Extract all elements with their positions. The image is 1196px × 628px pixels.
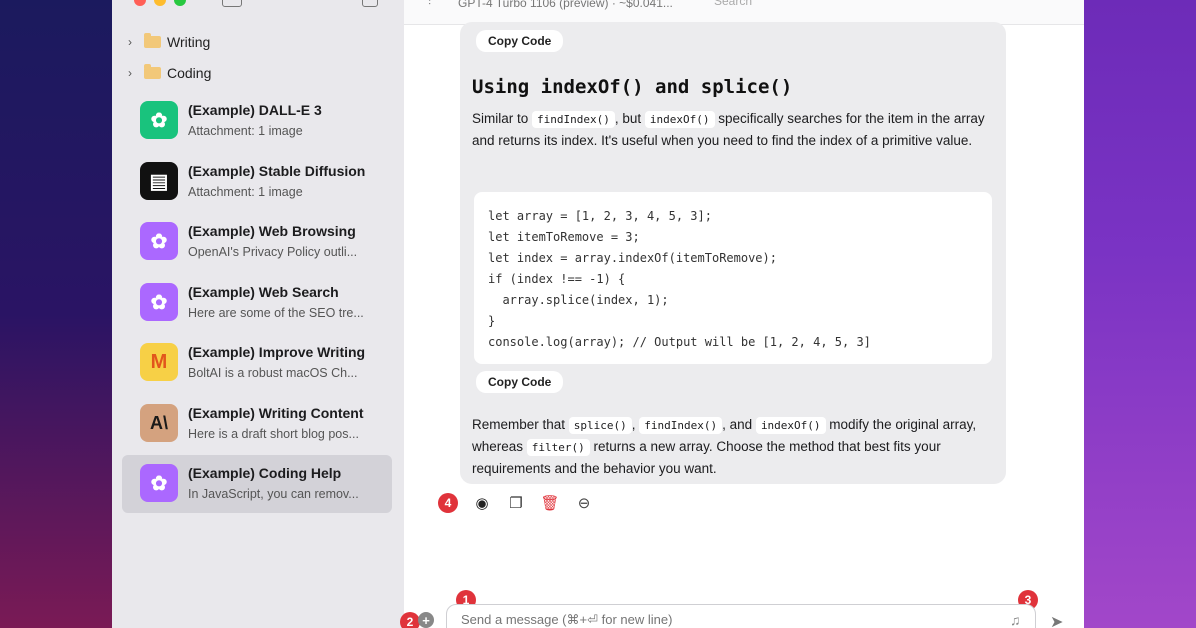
conversation-title: (Example) Writing Content bbox=[188, 405, 364, 421]
send-icon[interactable]: ➤ bbox=[1050, 612, 1063, 628]
conversation-title: (Example) Improve Writing bbox=[188, 344, 366, 360]
microphone-icon[interactable]: ♫ bbox=[1010, 612, 1021, 628]
message-heading: Using indexOf() and splice() bbox=[472, 76, 793, 98]
app-window: › Writing › Coding ✿ (Example) DALL-E 3 … bbox=[112, 0, 1084, 628]
folder-icon bbox=[144, 64, 161, 79]
copy-icon[interactable]: ❐ bbox=[506, 493, 526, 513]
conversation-title: (Example) Web Browsing bbox=[188, 223, 356, 239]
new-chat-icon[interactable] bbox=[362, 0, 378, 7]
conversation-title: (Example) DALL-E 3 bbox=[188, 102, 322, 118]
copy-code-button[interactable]: Copy Code bbox=[476, 30, 564, 52]
conversation-subtitle: Attachment: 1 image bbox=[188, 124, 303, 138]
anthropic-icon: A\ bbox=[140, 404, 178, 442]
chat-main: ⫶ GPT-4 Turbo 1106 (preview) · ~$0.041..… bbox=[400, 0, 1084, 628]
message-paragraph: Similar to findIndex(), but indexOf() sp… bbox=[472, 111, 985, 148]
conversation-title: (Example) Coding Help bbox=[188, 465, 342, 481]
openai-icon: ✿ bbox=[140, 222, 178, 260]
composer bbox=[446, 604, 1036, 628]
conversation-item[interactable]: A\ (Example) Writing Content Here is a d… bbox=[122, 395, 392, 453]
code-line: let itemToRemove = 3; bbox=[488, 230, 640, 244]
sidebar-toggle-icon[interactable] bbox=[222, 0, 242, 7]
copy-code-button[interactable]: Copy Code bbox=[476, 371, 564, 393]
inline-code: indexOf() bbox=[755, 417, 826, 434]
message-paragraph: Remember that splice(), findIndex(), and… bbox=[472, 417, 977, 476]
folder-label: Writing bbox=[167, 34, 211, 50]
conversation-item[interactable]: ✿ (Example) DALL-E 3 Attachment: 1 image bbox=[122, 92, 392, 150]
code-line: let array = [1, 2, 3, 4, 5, 3]; bbox=[488, 209, 712, 223]
code-line: console.log(array); // Output will be [1… bbox=[488, 335, 871, 349]
mistral-icon: M bbox=[140, 343, 178, 381]
chevron-right-icon: › bbox=[128, 35, 132, 49]
inline-code: findIndex() bbox=[532, 111, 615, 128]
window-controls bbox=[134, 0, 186, 6]
desktop-background-right bbox=[1084, 0, 1196, 628]
code-line: if (index !== -1) { bbox=[488, 272, 626, 286]
model-selector[interactable]: GPT-4 Turbo 1106 (preview) · ~$0.041... bbox=[458, 0, 673, 10]
folder-icon bbox=[144, 33, 161, 48]
openai-icon: ✿ bbox=[140, 101, 178, 139]
conversation-item[interactable]: M (Example) Improve Writing BoltAI is a … bbox=[122, 334, 392, 392]
close-window-button[interactable] bbox=[134, 0, 146, 6]
inline-code: filter() bbox=[526, 439, 590, 456]
conversation-subtitle: OpenAI's Privacy Policy outli... bbox=[188, 245, 358, 259]
conversation-subtitle: Attachment: 1 image bbox=[188, 185, 303, 199]
openai-icon: ✿ bbox=[140, 464, 178, 502]
menu-icon[interactable]: ⫶ bbox=[428, 0, 431, 9]
openai-icon: ✿ bbox=[140, 283, 178, 321]
annotation-badge-4: 4 bbox=[438, 493, 458, 513]
minimize-window-button[interactable] bbox=[154, 0, 166, 6]
message-input[interactable] bbox=[459, 611, 983, 628]
desktop-background-left bbox=[0, 0, 112, 628]
conversation-item[interactable]: ▤ (Example) Stable Diffusion Attachment:… bbox=[122, 153, 392, 211]
message-actions: 4 ◉ ❐ 🗑 ⊖ bbox=[438, 493, 594, 513]
regenerate-icon[interactable]: ◉ bbox=[472, 493, 492, 513]
code-block: let array = [1, 2, 3, 4, 5, 3]; let item… bbox=[474, 192, 992, 364]
chevron-right-icon: › bbox=[128, 66, 132, 80]
code-line: array.splice(index, 1); bbox=[488, 293, 669, 307]
conversation-item-selected[interactable]: ✿ (Example) Coding Help In JavaScript, y… bbox=[122, 455, 392, 513]
add-attachment-icon[interactable]: + bbox=[418, 612, 434, 628]
inline-code: indexOf() bbox=[644, 111, 715, 128]
conversation-item[interactable]: ✿ (Example) Web Browsing OpenAI's Privac… bbox=[122, 213, 392, 271]
inline-code: splice() bbox=[568, 417, 632, 434]
folder-coding[interactable]: › Coding bbox=[128, 64, 212, 81]
conversation-item[interactable]: ✿ (Example) Web Search Here are some of … bbox=[122, 274, 392, 332]
stability-icon: ▤ bbox=[140, 162, 178, 200]
search-field[interactable]: Search bbox=[714, 0, 752, 8]
conversation-subtitle: In JavaScript, you can remov... bbox=[188, 487, 359, 501]
trash-icon[interactable]: 🗑 bbox=[540, 493, 560, 513]
sidebar: › Writing › Coding ✿ (Example) DALL-E 3 … bbox=[112, 0, 405, 628]
code-text: let array = [1, 2, 3, 4, 5, 3]; let item… bbox=[488, 206, 871, 353]
inline-code: findIndex() bbox=[639, 417, 723, 434]
conversation-title: (Example) Stable Diffusion bbox=[188, 163, 366, 179]
annotation-badge-2: 2 bbox=[400, 612, 420, 628]
folder-writing[interactable]: › Writing bbox=[128, 33, 211, 50]
conversation-subtitle: BoltAI is a robust macOS Ch... bbox=[188, 366, 358, 380]
folder-label: Coding bbox=[167, 65, 212, 81]
assistant-message: Copy Code Using indexOf() and splice() S… bbox=[460, 22, 1006, 484]
zoom-window-button[interactable] bbox=[174, 0, 186, 6]
code-line: let index = array.indexOf(itemToRemove); bbox=[488, 251, 777, 265]
code-line: } bbox=[488, 314, 496, 328]
minus-circle-icon[interactable]: ⊖ bbox=[574, 493, 594, 513]
conversation-subtitle: Here is a draft short blog pos... bbox=[188, 427, 359, 441]
conversation-subtitle: Here are some of the SEO tre... bbox=[188, 306, 364, 320]
conversation-title: (Example) Web Search bbox=[188, 284, 339, 300]
